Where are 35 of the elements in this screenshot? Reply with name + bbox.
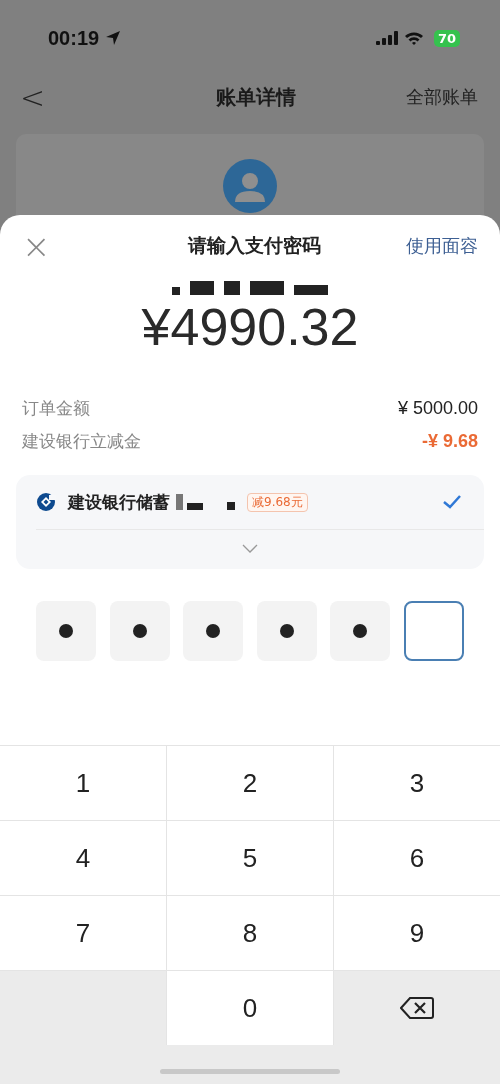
expand-chevron-icon[interactable] bbox=[242, 544, 258, 553]
delete-key[interactable] bbox=[334, 971, 500, 1045]
battery-indicator: 70 bbox=[433, 29, 460, 47]
avatar-icon bbox=[223, 159, 277, 213]
bank-logo-icon bbox=[36, 492, 56, 512]
digit-key[interactable]: 7 bbox=[0, 896, 166, 970]
face-id-link[interactable]: 使用面容 bbox=[406, 234, 478, 258]
location-arrow-icon bbox=[105, 30, 122, 46]
digit-key[interactable]: 6 bbox=[334, 821, 500, 895]
payment-amount: ¥4990.32 bbox=[141, 297, 359, 357]
backspace-icon bbox=[400, 996, 434, 1020]
redacted-mark bbox=[176, 494, 235, 510]
wifi-icon bbox=[403, 30, 424, 46]
payment-method-name: 建设银行储蓄 bbox=[68, 490, 170, 514]
signal-icon bbox=[375, 31, 398, 45]
digit-key[interactable]: 0 bbox=[167, 971, 333, 1045]
payment-method-card[interactable]: 建设银行储蓄 减9.68元 bbox=[16, 475, 484, 569]
line-label: 订单金额 bbox=[22, 397, 90, 420]
line-value: ¥ 5000.00 bbox=[397, 398, 478, 419]
digit-key[interactable]: 3 bbox=[334, 746, 500, 820]
digit-key[interactable]: 9 bbox=[334, 896, 500, 970]
digit-key[interactable]: 5 bbox=[167, 821, 333, 895]
close-button[interactable]: × bbox=[22, 229, 51, 263]
sheet-title: 请输入支付密码 bbox=[187, 233, 321, 258]
digit-key[interactable]: 4 bbox=[0, 821, 166, 895]
digit-key[interactable]: 1 bbox=[0, 746, 166, 820]
line-label: 建设银行立减金 bbox=[22, 430, 141, 453]
line-value: -¥ 9.68 bbox=[421, 431, 478, 452]
page-title: 账单详情 bbox=[215, 83, 296, 111]
all-bills-link[interactable]: 全部账单 bbox=[406, 85, 478, 109]
digit-key[interactable]: 8 bbox=[167, 896, 333, 970]
discount-tag: 减9.68元 bbox=[247, 492, 308, 512]
digit-key[interactable]: 2 bbox=[167, 746, 333, 820]
back-button[interactable]: < bbox=[20, 79, 46, 115]
status-time: 00:19 bbox=[48, 26, 100, 50]
